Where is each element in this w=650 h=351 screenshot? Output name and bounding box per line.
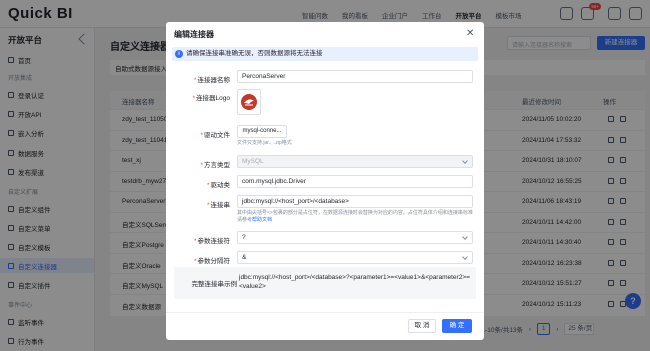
cancel-button[interactable]: 取 消 [408, 319, 436, 333]
connector-logo-upload[interactable] [237, 89, 261, 115]
driver-class-label: *驱动类 [206, 182, 230, 189]
driver-label: *驱动文件 [200, 132, 230, 139]
param-sep-select[interactable]: & [237, 251, 473, 264]
name-label: *连接器名称 [193, 77, 230, 84]
dialog-footer: 取 消 确 定 [166, 312, 484, 340]
dialect-label: *方言类型 [200, 162, 230, 169]
param-conn-label: *参数连接符 [193, 238, 230, 245]
driver-file-button[interactable]: mysql-conne... [237, 125, 287, 138]
conn-str-label: *连接串 [206, 202, 230, 209]
param-sep-label: *参数分隔符 [193, 258, 230, 265]
ok-button[interactable]: 确 定 [442, 319, 472, 333]
conn-str-field[interactable]: jdbc:mysql://<host_port>/<database> [237, 195, 473, 208]
dialect-select: MySQL [237, 155, 473, 168]
name-field[interactable]: PerconaServer [237, 70, 473, 83]
percona-logo-icon [241, 94, 257, 110]
info-icon: i [175, 50, 183, 58]
dialog-title: 编辑连接器 [174, 30, 214, 39]
driver-class-field[interactable]: com.mysql.jdbc.Driver [237, 175, 473, 188]
driver-hint: 文件只支持.jar、.zip格式 [237, 140, 292, 146]
example-label: 完整连接串示例 [191, 281, 238, 288]
chevron-down-icon [462, 234, 468, 240]
help-doc-link[interactable]: 帮助文档 [252, 217, 272, 223]
edit-connector-dialog: 编辑连接器 ✕ i 请确保连接串准确无误，否则数据源将无法连接 *连接器名称 P… [166, 22, 484, 340]
chevron-down-icon [462, 158, 468, 164]
logo-label: *连接器Logo [192, 95, 231, 102]
chevron-down-icon [462, 254, 468, 260]
close-icon[interactable]: ✕ [466, 28, 474, 39]
example-value: jdbc:mysql://<host_port>/<database>?<par… [239, 274, 470, 290]
example-box: 完整连接串示例 jdbc:mysql://<host_port>/<databa… [174, 267, 476, 299]
param-conn-select[interactable]: ? [237, 231, 473, 244]
info-alert: i 请确保连接串准确无误，否则数据源将无法连接 [172, 47, 478, 61]
conn-str-hint: 其中由尖括号<>包裹的部分是占位符，在数据源连接时会替换为对应的内容。占位符具体… [237, 210, 473, 223]
alert-text: 请确保连接串准确无误，否则数据源将无法连接 [186, 50, 323, 57]
